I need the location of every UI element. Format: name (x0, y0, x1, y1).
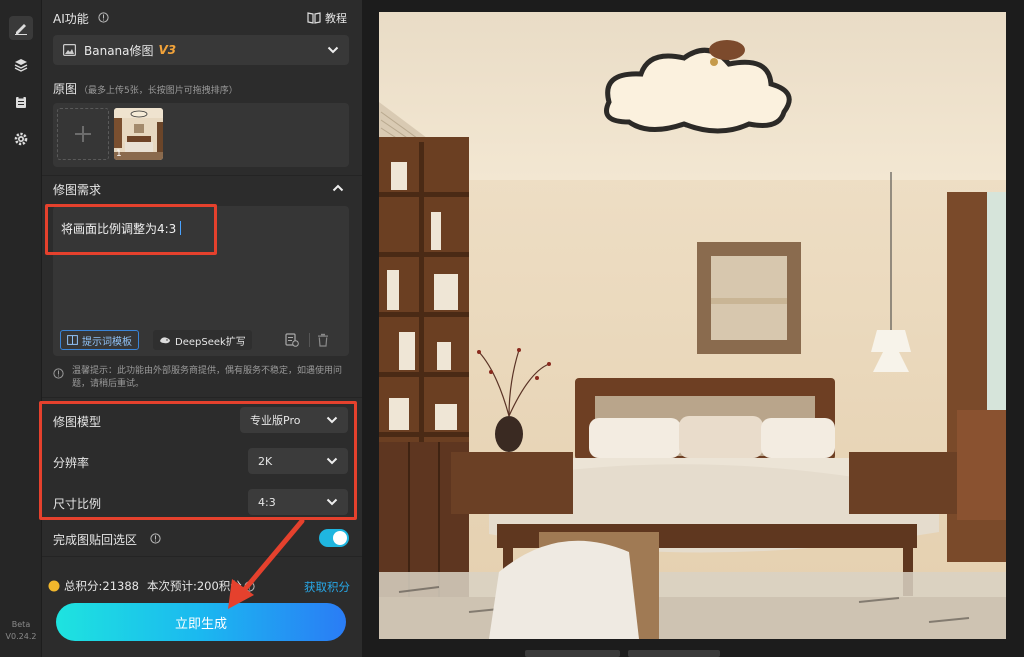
layers-icon[interactable] (9, 53, 33, 77)
app-root: Beta V0.24.2 AI功能 教程 Banana修图 V3 原图 （最多上… (0, 0, 1024, 657)
edit-pen-icon[interactable] (9, 16, 33, 40)
deepseek-label: DeepSeek扩写 (175, 336, 246, 348)
model-name: Banana修图 (84, 43, 154, 58)
whale-icon (160, 337, 170, 344)
points-total: 总积分:21388 (64, 579, 139, 593)
ai-model-select[interactable]: Banana修图 V3 (53, 35, 349, 65)
version-label: V0.24.2 (5, 632, 37, 641)
generate-now-label: 立即生成 (174, 616, 227, 632)
prompt-template-button[interactable]: 提示词模板 (60, 330, 139, 350)
deepseek-expand-button[interactable]: DeepSeek扩写 (153, 330, 252, 350)
ai-function-panel: AI功能 教程 Banana修图 V3 原图 （最多上传5张，长按图片可拖拽排序… (39, 0, 362, 657)
tool-rail: Beta V0.24.2 (0, 0, 42, 657)
chevron-down-icon (327, 46, 339, 54)
tutorial-link[interactable]: 教程 (307, 10, 347, 26)
uploaded-thumbnail[interactable]: 1 (114, 108, 163, 160)
beta-label: Beta (11, 620, 31, 629)
template-book-icon (67, 335, 78, 345)
chevron-up-icon[interactable] (332, 184, 344, 192)
red-arrow-annotation (228, 518, 305, 609)
prompt-highlight-box (45, 204, 217, 255)
paste-back-toggle[interactable] (319, 529, 349, 547)
tip-info-icon (53, 368, 64, 379)
add-image-button[interactable] (57, 108, 109, 160)
clipboard-icon[interactable] (9, 90, 33, 114)
paste-back-label: 完成图贴回选区 (53, 533, 138, 547)
section-divider (42, 397, 362, 398)
section-divider (42, 175, 362, 176)
prompt-template-label: 提示词模板 (82, 336, 132, 348)
plus-icon (75, 126, 91, 142)
horizontal-scrollbar-thumb[interactable] (628, 650, 720, 657)
info-icon[interactable] (98, 12, 109, 23)
original-header: 原图 （最多上传5张，长按图片可拖拽排序） (53, 80, 238, 97)
requirement-title: 修图需求 (53, 183, 102, 197)
info-icon[interactable] (150, 533, 161, 544)
canvas-area (362, 0, 1024, 657)
settings-highlight-box (39, 401, 357, 520)
thumbnail-index: 1 (116, 149, 122, 159)
gear-icon[interactable] (9, 127, 33, 151)
tool-divider (309, 333, 310, 347)
ai-function-title: AI功能 (53, 12, 89, 26)
image-edit-icon (63, 44, 76, 56)
bedroom-image (379, 12, 1006, 639)
section-divider (42, 556, 362, 557)
original-hint: （最多上传5张，长按图片可拖拽排序） (79, 86, 238, 96)
trash-icon[interactable] (317, 333, 329, 347)
coin-icon (48, 580, 60, 592)
tutorial-label: 教程 (325, 12, 347, 25)
book-icon (307, 12, 321, 24)
bedroom-photo[interactable] (379, 12, 1006, 639)
history-note-icon[interactable] (285, 333, 299, 347)
toggle-knob (333, 531, 347, 545)
original-title: 原图 (53, 82, 78, 96)
horizontal-scrollbar[interactable] (525, 650, 620, 657)
image-upload-area: 1 (53, 103, 349, 167)
warm-tip-text: 温馨提示：此功能由外部服务商提供，偶有服务不稳定，如遇使用问题，请稍后重试。 (72, 366, 343, 389)
model-version: V3 (158, 43, 177, 57)
